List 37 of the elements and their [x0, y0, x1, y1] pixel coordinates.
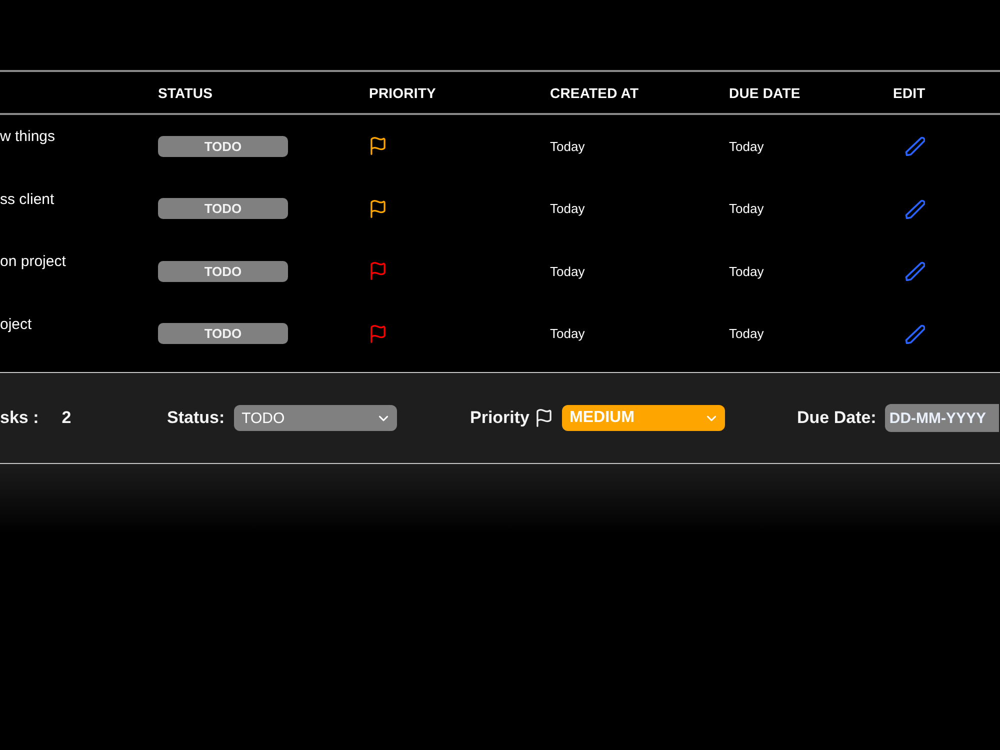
flag-icon — [534, 409, 553, 427]
edit-button[interactable] — [905, 261, 925, 282]
pencil-icon — [905, 198, 925, 219]
column-header: EDIT — [893, 84, 926, 100]
status-label: Status: — [167, 408, 225, 428]
edit-button[interactable] — [905, 198, 925, 219]
pencil-icon — [905, 136, 925, 156]
due-date: Today — [729, 264, 764, 279]
created-date: Today — [550, 264, 585, 279]
edit-button[interactable] — [905, 324, 925, 344]
date-input[interactable]: DD-MM-YYYY — [885, 404, 1000, 432]
task-title: on project — [0, 253, 66, 271]
due-date: Today — [729, 201, 764, 216]
status-badge: TODO — [158, 323, 288, 344]
pencil-icon — [905, 261, 925, 282]
created-date: Today — [550, 201, 585, 216]
edit-button[interactable] — [905, 136, 925, 156]
status-badge: TODO — [158, 260, 288, 282]
task-title: w things — [0, 128, 56, 146]
column-header: DUE DATE — [729, 84, 800, 100]
due-date: Today — [729, 138, 764, 154]
due-date-label: Due Date: — [797, 408, 876, 428]
status-select[interactable]: TODO — [234, 405, 397, 431]
column-header: STATUS — [158, 84, 213, 100]
status-badge: TODO — [158, 198, 288, 220]
task-title: ss client — [0, 190, 54, 208]
tasks-count: 2 — [62, 408, 72, 428]
priority-label: Priority — [470, 408, 530, 428]
column-header: CREATED AT — [550, 84, 639, 100]
column-header: PRIORITY — [369, 84, 436, 100]
created-date: Today — [550, 138, 585, 154]
tasks-label: sks : — [0, 408, 39, 428]
task-title: oject — [0, 316, 32, 334]
pencil-icon — [905, 324, 925, 344]
created-date: Today — [550, 326, 585, 342]
status-badge: TODO — [158, 136, 288, 157]
due-date: Today — [729, 326, 764, 342]
